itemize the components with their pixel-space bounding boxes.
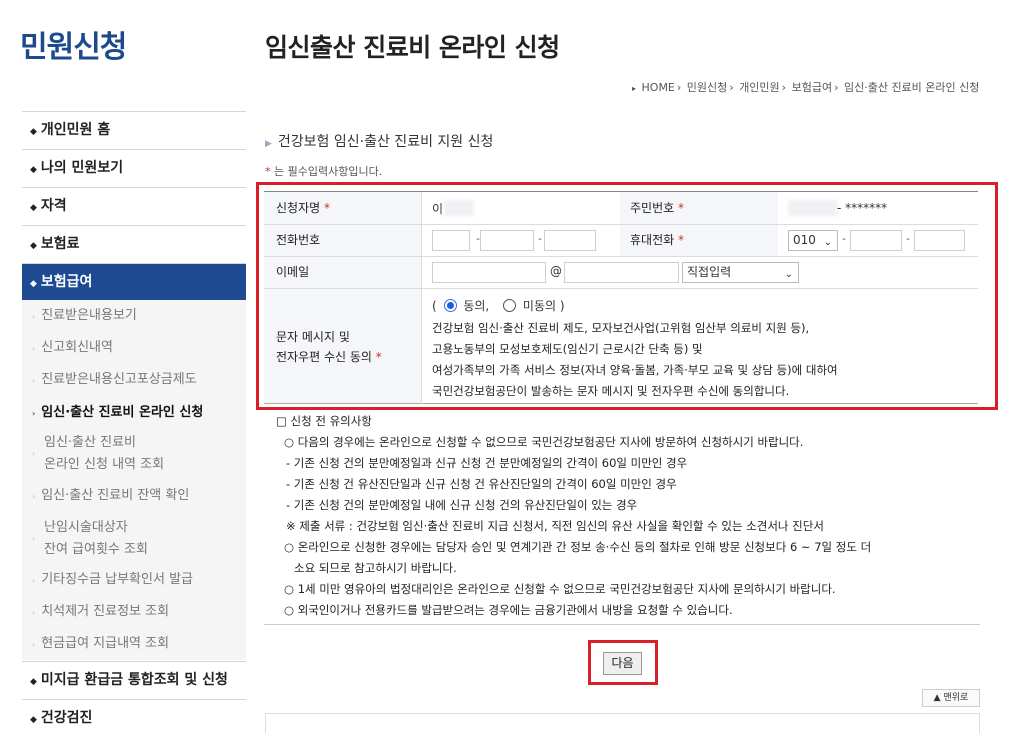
- sidebar-item-insurance-benefit[interactable]: ◆ 보험급여: [22, 263, 246, 300]
- notice-line: ○ 온라인으로 신청한 경우에는 담당자 승인 및 연계기관 간 정보 송·수신…: [284, 540, 872, 554]
- bottom-panel: [265, 713, 980, 733]
- sidebar-subitem-reward-program[interactable]: › 진료받은내용신고포상금제도: [32, 369, 232, 392]
- arrow-icon: ›: [32, 492, 36, 501]
- bullet-icon: ◆: [30, 127, 37, 137]
- notice-line: - 기존 신청 건의 분만예정일과 신규 신청 건 분만예정일의 간격이 60일…: [286, 456, 688, 470]
- arrow-icon: ›: [32, 312, 36, 321]
- arrow-icon: ›: [32, 640, 36, 649]
- notice-line: ○ 다음의 경우에는 온라인으로 신청할 수 없으므로 국민건강보험공단 지사에…: [284, 435, 804, 449]
- arrow-icon: ›: [32, 608, 36, 617]
- bullet-icon: ◆: [30, 715, 37, 725]
- bullet-icon: ◆: [30, 241, 37, 251]
- sidebar-item-premium[interactable]: ◆ 보험료: [22, 225, 246, 262]
- breadcrumb-personal[interactable]: 개인민원: [739, 81, 779, 94]
- bullet-icon: ◆: [30, 677, 37, 687]
- sidebar-item-my-petitions[interactable]: ◆ 나의 민원보기: [22, 149, 246, 186]
- arrow-icon: ›: [32, 344, 36, 353]
- notice-line: ※ 제출 서류 : 건강보험 임신·출산 진료비 지급 신청서, 직전 임신의 …: [286, 519, 824, 533]
- next-button[interactable]: 다음: [603, 652, 642, 675]
- bullet-icon: ◆: [30, 279, 37, 289]
- section-title: ▶ 건강보험 임신·출산 진료비 지원 신청: [265, 134, 494, 150]
- arrow-icon: ›: [32, 576, 36, 585]
- notice-line: - 기존 신청 건 유산진단일과 신규 신청 건 유산진단일의 간격이 60일 …: [286, 477, 677, 491]
- breadcrumb: ▸ HOME › 민원신청 › 개인민원 › 보험급여 › 임신·출산 진료비 온라인 …: [632, 81, 980, 94]
- breadcrumb-home[interactable]: HOME: [642, 81, 675, 94]
- sidebar-subitem-pregnancy-online[interactable]: › 임신·출산 진료비 온라인 신청: [32, 402, 232, 425]
- breadcrumb-current: 임신·출산 진료비 온라인 신청: [843, 81, 980, 94]
- arrow-icon: ›: [32, 409, 36, 418]
- page-title: 임신출산 진료비 온라인 신청: [265, 33, 560, 62]
- sidebar-subitem-payment-certificate[interactable]: › 기타징수금 납부확인서 발급: [32, 569, 232, 592]
- notice-line: ○ 1세 미만 영유아의 법정대리인은 온라인으로 신청할 수 없으므로 국민건…: [284, 582, 836, 596]
- breadcrumb-petition[interactable]: 민원신청: [687, 81, 727, 94]
- required-note: * 는 필수입력사항입니다.: [265, 165, 383, 178]
- notice-line: ○ 외국인이거나 전용카드를 발급받으려는 경우에는 금융기관에서 내방을 요청…: [284, 603, 733, 617]
- arrow-up-icon: ▲: [933, 693, 941, 703]
- bullet-icon: ◆: [30, 165, 37, 175]
- divider: [264, 624, 980, 625]
- sidebar-subitem-infertility[interactable]: › 난임시술대상자 잔여 급여횟수 조회: [32, 517, 232, 561]
- sidebar-subitem-report-replies[interactable]: › 신고회신내역: [32, 337, 232, 360]
- sidebar-item-qualification[interactable]: ◆ 자격: [22, 187, 246, 224]
- triangle-icon: ▶: [265, 139, 272, 149]
- sidebar-item-personal-home[interactable]: ◆ 개인민원 홈: [22, 111, 246, 148]
- notice-heading: □ 신청 전 유의사항: [276, 414, 372, 428]
- sidebar-title: 민원신청: [20, 30, 127, 65]
- arrow-icon: ›: [32, 449, 36, 458]
- arrow-icon: ›: [32, 534, 36, 543]
- back-to-top-button[interactable]: ▲ 맨위로: [922, 689, 980, 707]
- breadcrumb-benefit[interactable]: 보험급여: [792, 81, 832, 94]
- sidebar-subitem-cash-benefit[interactable]: › 현금급여 지급내역 조회: [32, 633, 232, 656]
- sidebar-subitem-application-history[interactable]: › 임신·출산 진료비 온라인 신청 내역 조회: [32, 432, 232, 476]
- sidebar-item-health-checkup[interactable]: ◆ 건강검진: [22, 699, 246, 736]
- triangle-icon: ▸: [632, 84, 637, 93]
- bullet-icon: ◆: [30, 203, 37, 213]
- notice-line: 소요 되므로 참고하시기 바랍니다.: [294, 561, 457, 575]
- sidebar-subitem-treatment-history[interactable]: › 진료받은내용보기: [32, 305, 232, 328]
- highlight-frame-form: [256, 182, 998, 410]
- arrow-icon: ›: [32, 376, 36, 385]
- sidebar-item-refund[interactable]: ◆ 미지급 환급금 통합조회 및 신청: [22, 661, 246, 698]
- sidebar-subitem-balance-check[interactable]: › 임신·출산 진료비 잔액 확인: [32, 485, 232, 508]
- sidebar-subitem-scaling-info[interactable]: › 치석제거 진료정보 조회: [32, 601, 232, 624]
- notice-line: - 기존 신청 건의 분만예정일 내에 신규 신청 건의 유산진단일이 있는 경…: [286, 498, 638, 512]
